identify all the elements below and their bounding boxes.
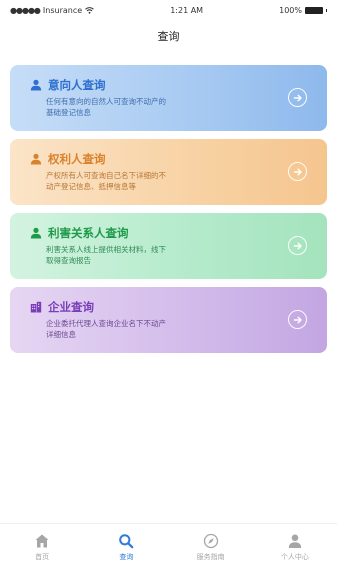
card-title: 意向人查询 [48, 78, 106, 92]
arrow-right-icon[interactable] [288, 236, 307, 255]
carrier-label: Insurance [42, 5, 83, 15]
card-title: 利害关系人查询 [48, 226, 129, 240]
building-icon [30, 301, 42, 313]
battery-tip [325, 8, 327, 12]
wifi-icon [85, 6, 94, 14]
card-desc-line: 详细信息 [46, 330, 76, 339]
card-title-row: 企业查询 [30, 299, 271, 315]
card-desc-line: 产权所有人可查询自己名下详细的不 [46, 171, 166, 180]
card-desc-line: 利害关系人线上提供相关材料，线下 [46, 245, 166, 254]
tab-label: 个人中心 [280, 553, 309, 561]
search-icon [119, 534, 134, 549]
card-interested-party-query[interactable]: 利害关系人查询 利害关系人线上提供相关材料，线下 取得查询报告 [10, 213, 327, 279]
page-title: 查询 [157, 30, 180, 43]
status-left: ●●●●● Insurance [10, 6, 94, 15]
card-title-row: 利害关系人查询 [30, 225, 271, 241]
tab-label: 服务指南 [196, 553, 225, 561]
card-intended-person-query[interactable]: 意向人查询 任何有意向的自然人可查询不动产的 基础登记信息 [10, 65, 327, 131]
battery-percent: 100% [279, 5, 302, 15]
arrow-right-icon[interactable] [288, 162, 307, 181]
tab-service-guide[interactable]: 服务指南 [169, 524, 253, 571]
card-title-row: 权利人查询 [30, 151, 271, 167]
card-description: 企业委托代理人查询企业名下不动产 详细信息 [30, 318, 271, 340]
user-icon [288, 534, 302, 548]
person-icon [30, 79, 42, 91]
card-desc-line: 任何有意向的自然人可查询不动产的 [46, 97, 166, 106]
card-description: 任何有意向的自然人可查询不动产的 基础登记信息 [30, 96, 271, 118]
tab-label: 查询 [119, 553, 134, 561]
card-title: 企业查询 [48, 300, 94, 314]
card-rights-holder-query[interactable]: 权利人查询 产权所有人可查询自己名下详细的不 动产登记信息、抵押信息等 [10, 139, 327, 205]
card-title: 权利人查询 [48, 152, 106, 166]
query-card-list: 意向人查询 任何有意向的自然人可查询不动产的 基础登记信息 权利人查询 产权所有… [10, 65, 327, 361]
tab-home[interactable]: 首页 [0, 524, 84, 571]
card-desc-line: 企业委托代理人查询企业名下不动产 [46, 319, 166, 328]
card-description: 产权所有人可查询自己名下详细的不 动产登记信息、抵押信息等 [30, 170, 271, 192]
card-enterprise-query[interactable]: 企业查询 企业委托代理人查询企业名下不动产 详细信息 [10, 287, 327, 353]
compass-icon [203, 533, 218, 549]
arrow-right-icon[interactable] [288, 88, 307, 107]
card-desc-line: 基础登记信息 [46, 108, 91, 117]
bottom-tab-bar: 首页 查询 服务指南 个人中心 [0, 523, 337, 571]
card-title-row: 意向人查询 [30, 77, 271, 93]
home-icon [35, 534, 49, 548]
person-icon [30, 227, 42, 239]
card-desc-line: 动产登记信息、抵押信息等 [46, 182, 136, 191]
status-time: 1:21 AM [170, 5, 204, 15]
card-description: 利害关系人线上提供相关材料，线下 取得查询报告 [30, 244, 271, 266]
battery-indicator: 100% [279, 6, 327, 15]
card-desc-line: 取得查询报告 [46, 256, 91, 265]
tab-query[interactable]: 查询 [84, 524, 168, 571]
person-icon [30, 153, 42, 165]
battery-icon [304, 6, 323, 14]
arrow-right-icon[interactable] [288, 310, 307, 329]
status-bar: ●●●●● Insurance 1:21 AM 100% [0, 0, 337, 20]
signal-icon: ●●●●● [10, 5, 41, 15]
tab-label: 首页 [35, 553, 50, 561]
tab-profile[interactable]: 个人中心 [253, 524, 337, 571]
